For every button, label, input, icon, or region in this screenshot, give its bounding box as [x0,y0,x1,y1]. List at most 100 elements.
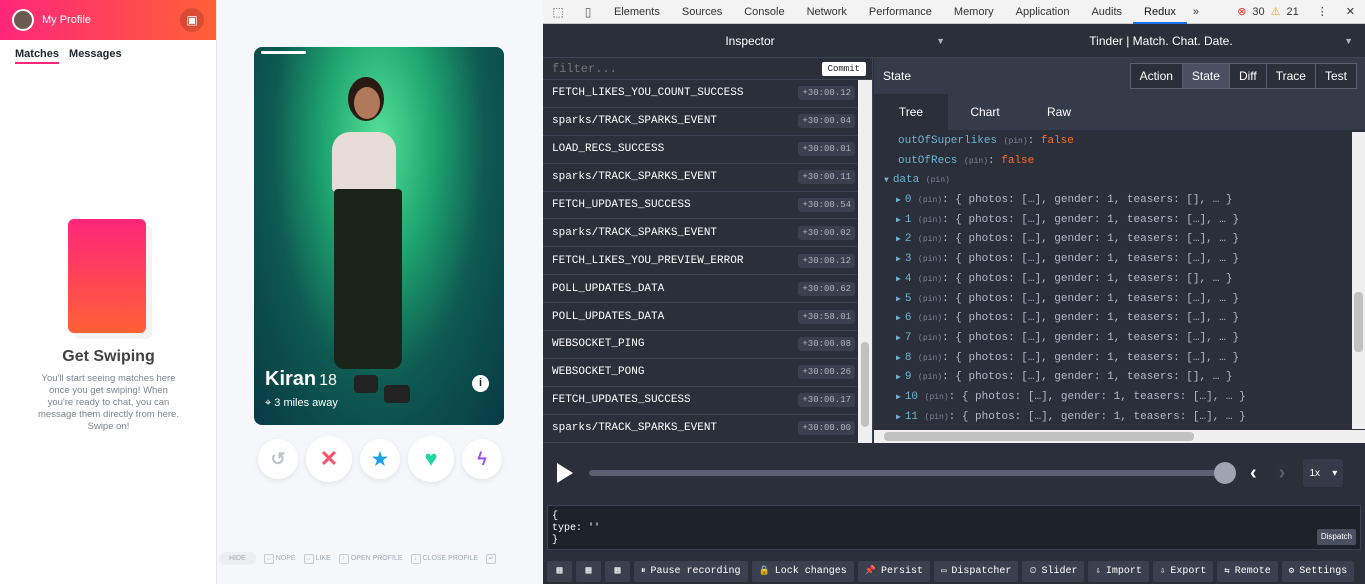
chart-toggle-icon[interactable]: ▦ [547,560,572,582]
tree-node[interactable]: outOfRecs (pin): false [884,152,1352,172]
expand-arrow-icon[interactable]: ▶ [896,413,901,422]
slider-handle[interactable] [1214,462,1236,484]
tab-memory[interactable]: Memory [943,0,1005,24]
remote-button[interactable]: ⇆ Remote [1217,560,1278,582]
tab-application[interactable]: Application [1005,0,1081,24]
superlike-button[interactable]: ★ [360,439,400,479]
close-icon[interactable]: ✕ [1346,5,1355,18]
action-list-item[interactable]: WEBSOCKET_PING +30:00.08 [543,331,857,359]
action-list-item[interactable]: WEBSOCKET_PONG +30:00.26 [543,359,857,387]
commit-button[interactable]: Commit [821,61,866,76]
device-toolbar-icon[interactable]: ▯ [573,5,603,19]
tree-node[interactable]: ▶ 3 (pin): { photos: […], gender: 1, teas… [884,250,1352,270]
subtab-raw[interactable]: Raw [1022,94,1096,130]
dispatch-text[interactable]: { type: '' } [552,511,1356,547]
devtools-menu-icon[interactable]: ⋮ [1317,5,1328,18]
pin-label[interactable]: (pin) [926,176,950,185]
subtab-tree[interactable]: Tree [874,94,948,130]
expand-arrow-icon[interactable]: ▶ [896,354,901,363]
pin-label[interactable]: (pin) [925,393,949,402]
tab-matches[interactable]: Matches [15,48,60,64]
pin-label[interactable]: (pin) [918,235,942,244]
pin-label[interactable]: (pin) [964,157,988,166]
expand-arrow-icon[interactable]: ▶ [896,393,901,402]
tree-node[interactable]: ▶ 10 (pin): { photos: […], gender: 1, tea… [884,388,1352,408]
action-list-item[interactable]: FETCH_UPDATES_SUCCESS +30:00.17 [543,387,857,415]
tree-node[interactable]: ▶ 7 (pin): { photos: […], gender: 1, teas… [884,329,1352,349]
lock-changes-button[interactable]: 🔒 Lock changes [751,560,854,582]
tree-node[interactable]: ▶ 9 (pin): { photos: […], gender: 1, teas… [884,368,1352,388]
expand-arrow-icon[interactable]: ▼ [884,176,889,185]
pin-label[interactable]: (pin) [925,413,949,422]
expand-arrow-icon[interactable]: ▶ [896,235,901,244]
dispatch-editor[interactable]: { type: '' } Dispatch [547,505,1361,550]
monitor-button-action[interactable]: Action [1130,64,1183,88]
pause-recording-button[interactable]: ⏸ Pause recording [634,560,748,582]
expand-arrow-icon[interactable]: ▶ [896,314,901,323]
tree-node-data[interactable]: ▼ data (pin) [884,171,1352,191]
action-list-item[interactable]: sparks/TRACK_SPARKS_EVENT +30:00.00 [543,415,857,443]
expand-arrow-icon[interactable]: ▶ [896,295,901,304]
tree-node[interactable]: ▶ 1 (pin): { photos: […], gender: 1, teas… [884,211,1352,231]
tab-audits[interactable]: Audits [1080,0,1133,24]
tree-node[interactable]: ▶ 5 (pin): { photos: […], gender: 1, teas… [884,290,1352,310]
state-scrollbar[interactable] [1352,132,1365,429]
briefcase-icon[interactable]: ▣ [180,8,204,32]
monitor-button-trace[interactable]: Trace [1266,64,1316,88]
speed-select[interactable]: 1x ▾ [1303,459,1344,487]
timeline-slider[interactable] [589,462,1236,484]
tab-performance[interactable]: Performance [858,0,943,24]
expand-arrow-icon[interactable]: ▶ [896,334,901,343]
monitor-select[interactable]: Inspector ▼ [543,24,957,57]
tree-node[interactable]: ▶ 11 (pin): { photos: […], gender: 1, tea… [884,408,1352,428]
import-button[interactable]: ⇩ Import [1088,560,1149,582]
action-list-item[interactable]: FETCH_LIKES_YOU_COUNT_SUCCESS +30:00.12 [543,80,857,108]
tab-network[interactable]: Network [796,0,858,24]
action-list-item[interactable]: sparks/TRACK_SPARKS_EVENT +30:00.02 [543,219,857,248]
tab-console[interactable]: Console [733,0,795,24]
tree-node[interactable]: ▶ 0 (pin): { photos: […], gender: 1, teas… [884,191,1352,211]
avatar[interactable] [12,9,34,31]
nope-button[interactable]: ✕ [306,436,352,482]
pin-label[interactable]: (pin) [918,373,942,382]
pin-label[interactable]: (pin) [918,275,942,284]
monitor-button-test[interactable]: Test [1315,64,1356,88]
monitor-button-diff[interactable]: Diff [1229,64,1267,88]
pin-label[interactable]: (pin) [918,295,942,304]
pin-label[interactable]: (pin) [918,334,942,343]
tree-node[interactable]: ▶ 8 (pin): { photos: […], gender: 1, teas… [884,349,1352,369]
instance-select[interactable]: Tinder | Match. Chat. Date. ▼ [957,24,1365,57]
action-list-item[interactable]: LOAD_RECS_SUCCESS +30:00.01 [543,136,857,164]
boost-button[interactable]: ϟ [462,439,502,479]
tree-node[interactable]: ▶ 4 (pin): { photos: […], gender: 1, teas… [884,270,1352,290]
tree-node[interactable]: ▶ 6 (pin): { photos: […], gender: 1, teas… [884,309,1352,329]
tab-redux[interactable]: Redux [1133,0,1187,24]
expand-arrow-icon[interactable]: ▶ [896,196,901,205]
inspect-element-icon[interactable]: ⬚ [543,5,573,19]
pin-label[interactable]: (pin) [1004,137,1028,146]
rewind-button[interactable]: ↺ [258,439,298,479]
pin-label[interactable]: (pin) [918,216,942,225]
action-list-item[interactable]: FETCH_UPDATES_SUCCESS +30:00.54 [543,192,857,220]
monitor-button-state[interactable]: State [1182,64,1230,88]
subtab-chart[interactable]: Chart [948,94,1022,130]
pin-label[interactable]: (pin) [918,196,942,205]
error-count[interactable]: 30 [1252,6,1264,18]
log-monitor-icon[interactable]: ▦ [576,560,601,582]
pin-label[interactable]: (pin) [918,255,942,264]
scrollbar-thumb[interactable] [861,342,869,427]
export-button[interactable]: ⇩ Export [1152,560,1214,582]
tab-elements[interactable]: Elements [603,0,671,24]
slider-button[interactable]: ⏲ Slider [1022,560,1085,582]
action-list-item[interactable]: sparks/TRACK_SPARKS_EVENT +30:00.11 [543,164,857,192]
settings-button[interactable]: ⚙ Settings [1281,560,1355,582]
more-tabs-icon[interactable]: » [1187,6,1205,18]
warning-count[interactable]: 21 [1287,6,1299,18]
state-hscrollbar[interactable] [874,430,1365,443]
scrollbar-thumb[interactable] [1354,292,1363,352]
scrollbar-thumb[interactable] [884,432,1194,441]
action-list-item[interactable]: POLL_UPDATES_DATA +30:58.01 [543,303,857,332]
play-icon[interactable] [557,463,573,483]
persist-button[interactable]: 📌 Persist [857,560,930,582]
info-icon[interactable]: i [472,375,489,392]
